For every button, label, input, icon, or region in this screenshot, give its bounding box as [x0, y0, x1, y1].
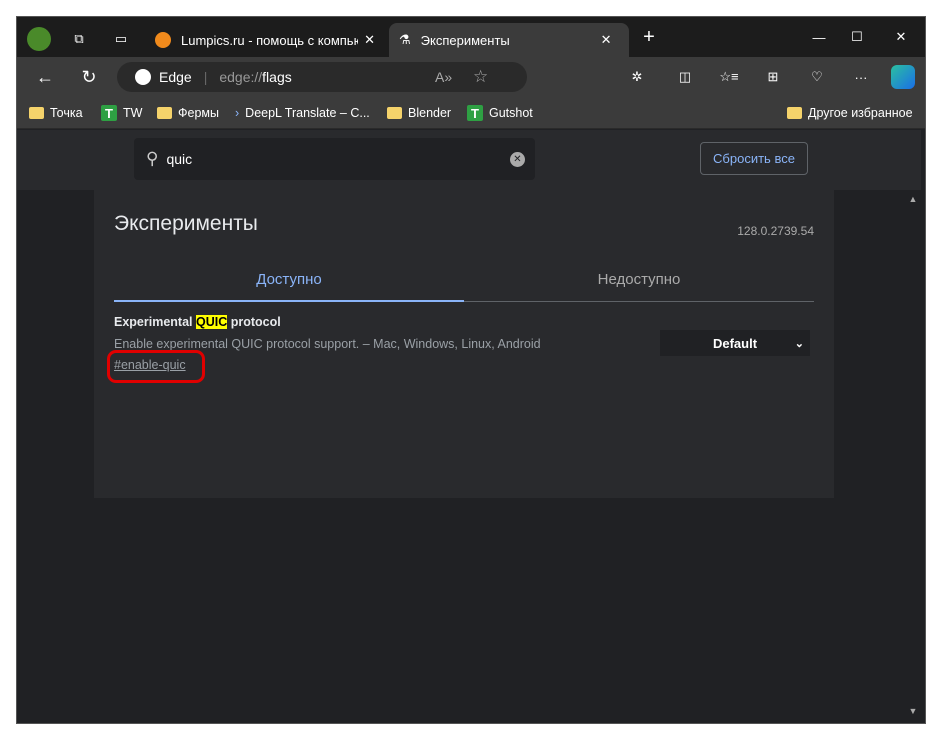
bookmarks-bar: Точка T TW Фермы › DeepL Translate – C... …	[17, 97, 925, 129]
other-bookmarks[interactable]: Другое избранное	[787, 103, 913, 123]
page-title: Эксперименты	[114, 212, 258, 235]
reset-all-button[interactable]: Сбросить все	[700, 142, 808, 175]
new-tab-button[interactable]: +	[637, 25, 661, 49]
flag-description: Enable experimental QUIC protocol suppor…	[114, 337, 541, 351]
split-screen-icon[interactable]: ◫	[673, 65, 697, 89]
tab-title: Lumpics.ru - помощь с компьютером	[181, 32, 358, 48]
collections-icon[interactable]: ⊞	[761, 65, 785, 89]
tab-available[interactable]: Доступно	[114, 258, 464, 302]
close-window-button[interactable]: ✕	[889, 25, 913, 49]
bookmark-item[interactable]: Точка	[29, 103, 83, 123]
scroll-down-icon[interactable]: ▼	[905, 706, 921, 716]
flag-state-select[interactable]: Default ⌄	[660, 330, 810, 356]
bookmark-label: Gutshot	[489, 106, 533, 120]
tab-strip: ⧉ ▭ Lumpics.ru - помощь с компьютером ✕ …	[17, 17, 925, 57]
favorites-icon[interactable]: ☆≡	[717, 65, 741, 89]
tab-unavailable[interactable]: Недоступно	[464, 258, 814, 302]
read-aloud-icon[interactable]: A»	[435, 69, 452, 85]
bookmark-item[interactable]: T TW	[101, 103, 142, 123]
bookmark-item[interactable]: Blender	[387, 103, 451, 123]
scroll-up-icon[interactable]: ▲	[905, 194, 921, 204]
search-highlight: QUIC	[195, 315, 228, 329]
tab-title: Эксперименты	[420, 32, 510, 48]
site-label: Edge	[159, 69, 192, 85]
back-button[interactable]: ←	[33, 65, 57, 89]
edge-logo-icon	[135, 69, 151, 85]
bookmark-item[interactable]: › DeepL Translate – C...	[235, 103, 370, 123]
folder-icon	[157, 107, 172, 119]
profile-avatar[interactable]	[27, 27, 51, 51]
version-label: 128.0.2739.54	[737, 224, 814, 238]
reload-button[interactable]: ↻	[77, 65, 101, 89]
bookmark-label: Точка	[50, 106, 83, 120]
tab-experiments[interactable]: ⚗ Эксперименты ✕	[389, 23, 629, 57]
search-flags-input[interactable]: ⚲ quic ✕	[134, 138, 535, 180]
more-menu-icon[interactable]: ···	[849, 65, 873, 89]
bookmark-label: TW	[123, 106, 143, 120]
deepl-icon: ›	[235, 106, 240, 120]
flag-title: Experimental QUIC protocol	[114, 315, 281, 329]
orange-favicon-icon	[155, 32, 171, 48]
bookmark-label: Фермы	[178, 106, 219, 120]
tab-lumpics[interactable]: Lumpics.ru - помощь с компьютером ✕	[145, 23, 385, 57]
folder-icon	[787, 107, 802, 119]
scrollbar[interactable]: ▲ ▼	[905, 190, 921, 720]
flags-content: Эксперименты 128.0.2739.54 Доступно Недо…	[94, 190, 834, 498]
folder-icon	[29, 107, 44, 119]
favorite-star-icon[interactable]: ☆	[473, 67, 488, 87]
address-bar[interactable]: Edge | edge://flags A» ☆	[117, 62, 527, 92]
vertical-tabs-icon[interactable]: ▭	[109, 27, 133, 51]
extensions-icon[interactable]: ✲	[625, 65, 649, 89]
bookmark-label: Другое избранное	[808, 106, 913, 120]
flask-icon: ⚗	[399, 32, 411, 47]
clear-search-icon[interactable]: ✕	[510, 151, 525, 167]
bookmark-label: Blender	[408, 106, 452, 120]
chevron-down-icon: ⌄	[794, 337, 804, 350]
copilot-icon[interactable]	[891, 65, 915, 89]
close-tab-icon[interactable]: ✕	[364, 32, 375, 48]
url-prefix: edge://	[219, 69, 263, 85]
bookmark-item[interactable]: T Gutshot	[467, 103, 533, 123]
browser-window: ⧉ ▭ Lumpics.ru - помощь с компьютером ✕ …	[16, 16, 926, 724]
close-tab-icon[interactable]: ✕	[601, 32, 612, 48]
folder-icon	[387, 107, 402, 119]
toolbar: ← ↻ Edge | edge://flags A» ☆ ✲ ◫ ☆≡ ⊞ ♡ …	[17, 57, 925, 97]
workspaces-icon[interactable]: ⧉	[67, 27, 91, 51]
annotation-highlight	[107, 350, 205, 383]
bookmark-label: DeepL Translate – C...	[245, 106, 370, 120]
browser-essentials-icon[interactable]: ♡	[805, 65, 829, 89]
gutshot-icon: T	[101, 105, 117, 121]
maximize-button[interactable]: ☐	[845, 25, 869, 49]
url-host: flags	[262, 69, 292, 85]
flags-header: ⚲ quic ✕ Сбросить все	[17, 130, 921, 190]
search-icon: ⚲	[146, 149, 159, 168]
gutshot-icon: T	[467, 105, 483, 121]
search-value: quic	[166, 151, 193, 167]
minimize-button[interactable]: —	[807, 25, 831, 49]
bookmark-item[interactable]: Фермы	[157, 103, 219, 123]
